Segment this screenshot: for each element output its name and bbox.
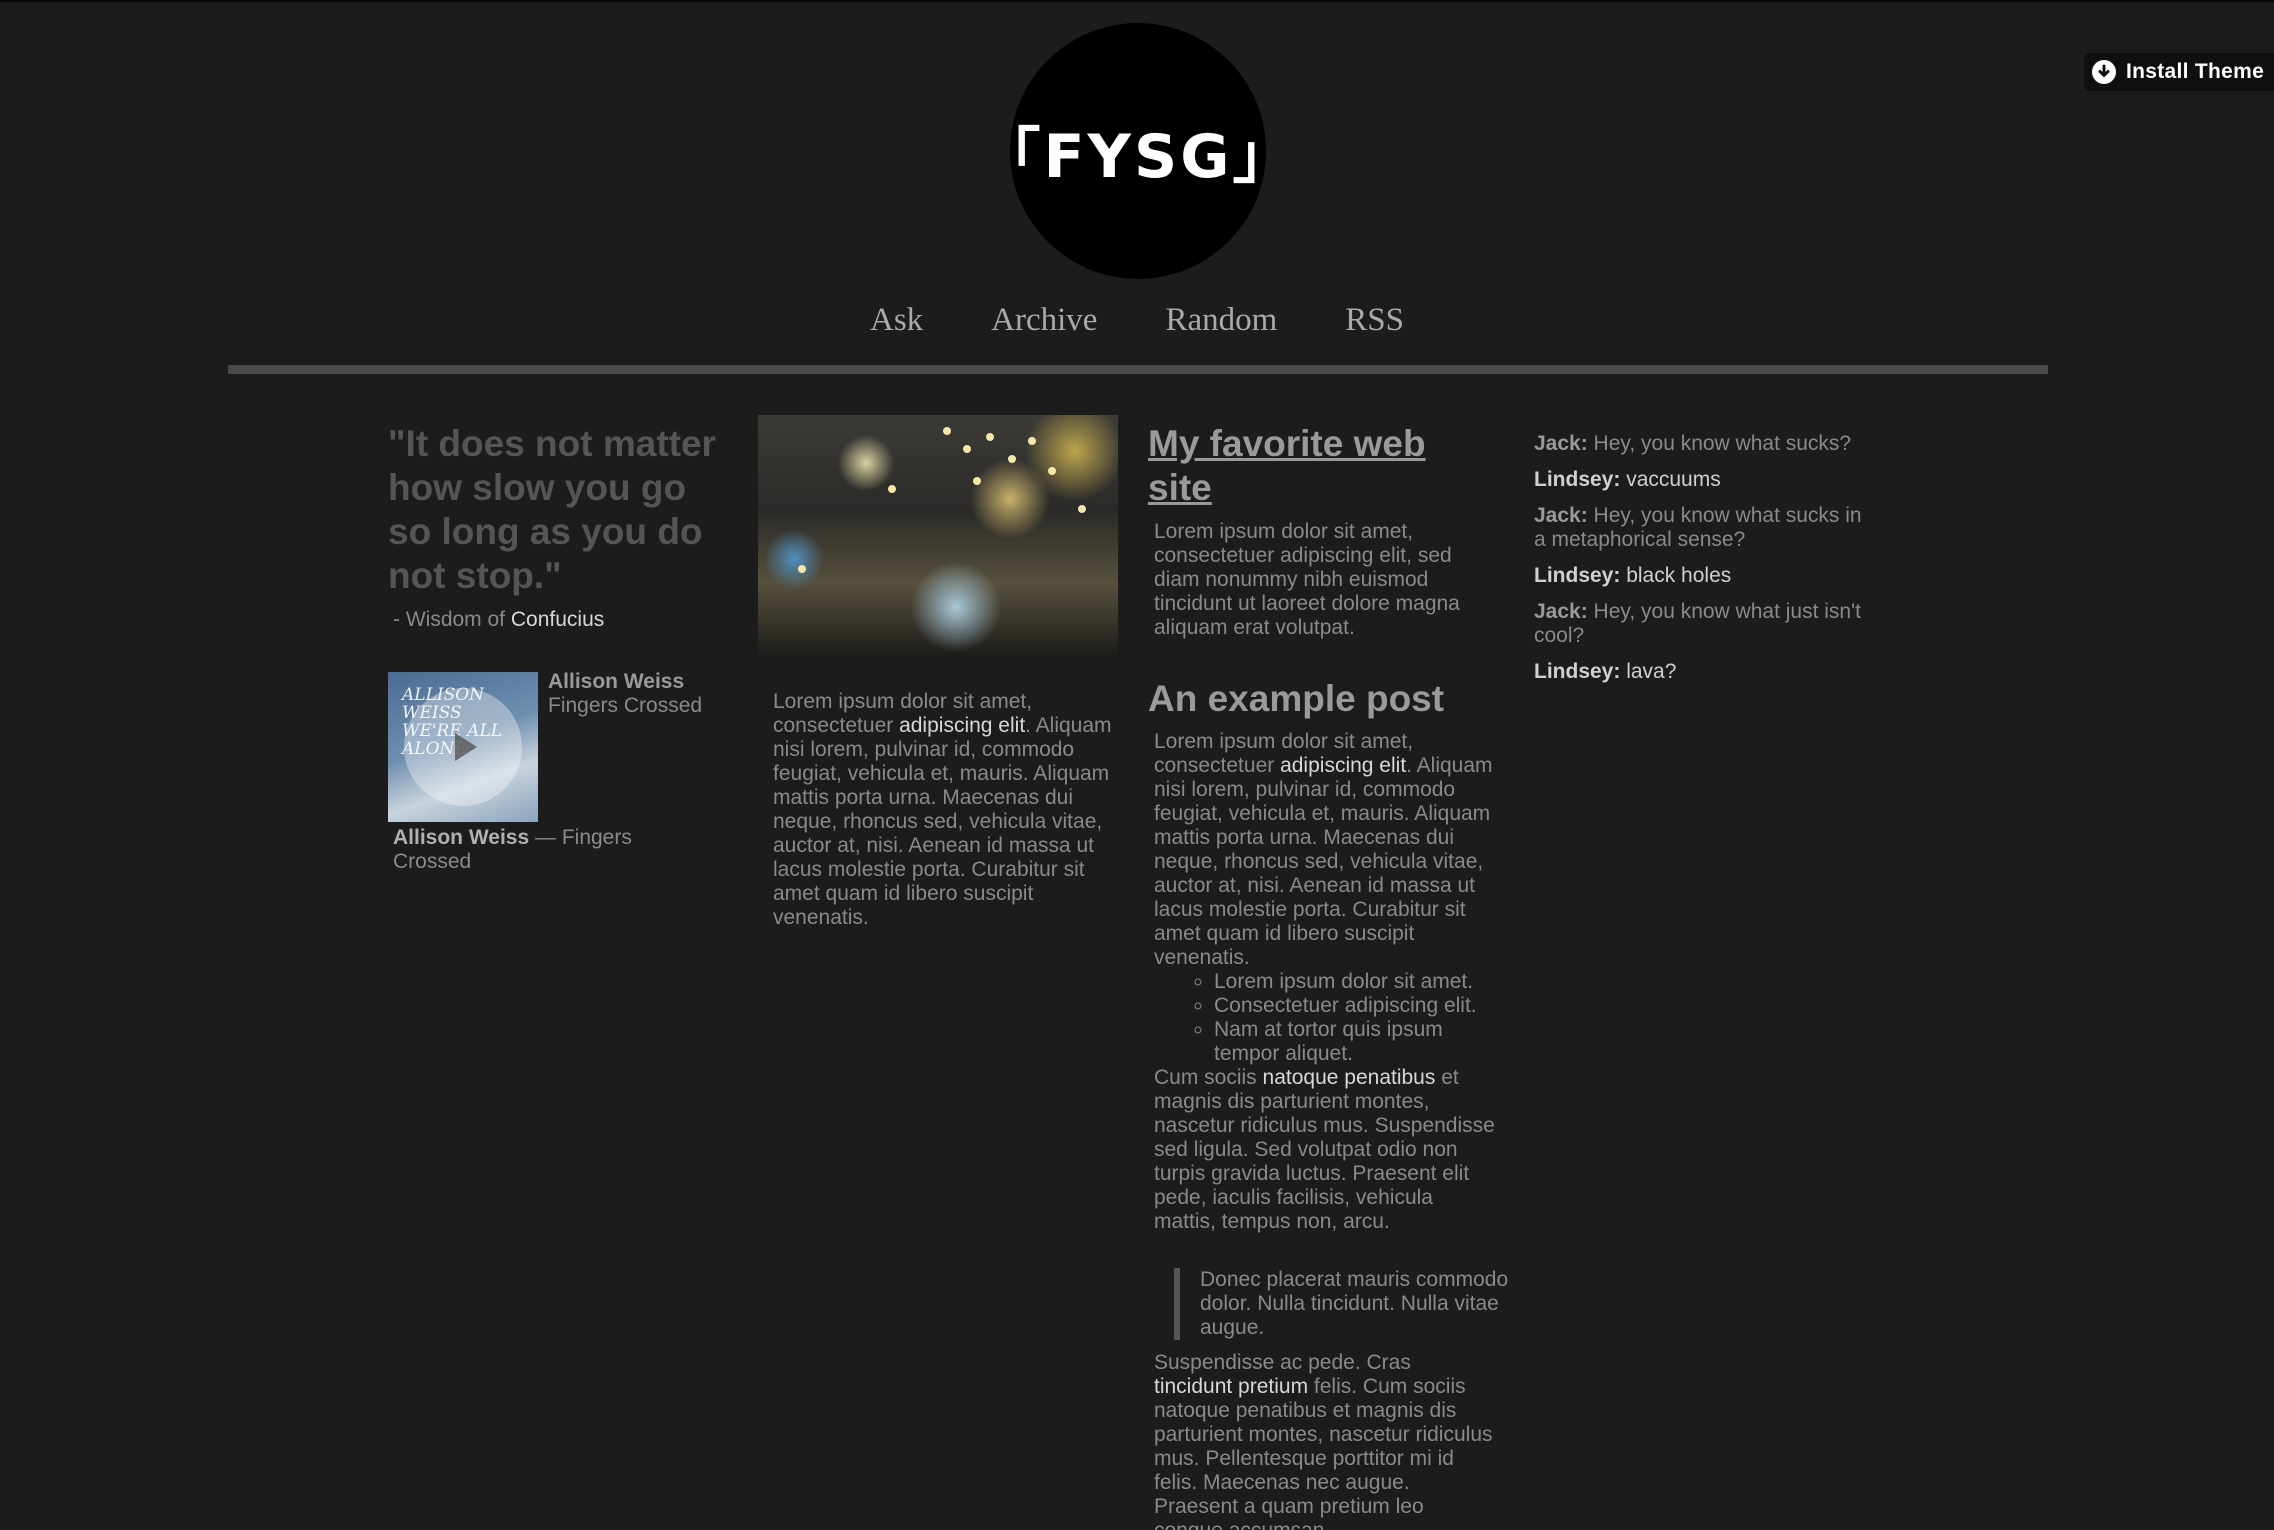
photo-post-image[interactable] — [758, 415, 1118, 655]
audio-caption-artist: Allison Weiss — [393, 826, 530, 849]
bokeh-light — [986, 433, 994, 441]
quote-text: "It does not matter how slow you go so l… — [388, 423, 716, 596]
text-part: Cum sociis — [1154, 1066, 1263, 1089]
list-item: Lorem ipsum dolor sit amet. — [1214, 970, 1500, 994]
nav-random[interactable]: Random — [1165, 302, 1277, 339]
photo-caption: Lorem ipsum dolor sit amet, consectetuer… — [773, 690, 1113, 930]
text-part: . Aliquam nisi lorem, pulvinar id, commo… — [1154, 754, 1493, 969]
audio-caption: Allison Weiss — Fingers Crossed — [393, 826, 693, 874]
logo-text: 「FYSG」 — [980, 121, 1296, 192]
bokeh-light — [973, 477, 981, 485]
text-post-list: Lorem ipsum dolor sit amet. Consectetuer… — [1154, 970, 1500, 1066]
photo-caption-part: . Aliquam nisi lorem, pulvinar id, commo… — [773, 714, 1112, 929]
text-post-paragraph: Suspendisse ac pede. Cras tincidunt pret… — [1154, 1351, 1494, 1530]
chat-message: lava? — [1620, 660, 1677, 683]
install-theme-label: Install Theme — [2126, 60, 2265, 83]
text-post-title: An example post — [1148, 678, 1445, 719]
bokeh-light — [1008, 455, 1016, 463]
album-art: ALLISON WEISS WE'RE ALL ALONE — [388, 672, 538, 822]
quote-source: - Wisdom of Confucius — [393, 608, 604, 632]
blog-page: Install Theme 「FYSG」 Ask Archive Random … — [0, 0, 2274, 1530]
audio-meta: Allison Weiss Fingers Crossed — [548, 670, 702, 718]
audio-artist: Allison Weiss — [548, 670, 685, 693]
play-icon — [455, 733, 477, 761]
chat-line: Lindsey: vaccuums — [1534, 468, 1874, 492]
bokeh-light — [888, 485, 896, 493]
download-circle-icon — [2092, 60, 2116, 84]
text-link[interactable]: adipiscing elit — [1280, 754, 1406, 777]
text-part: felis. Cum sociis natoque penatibus et m… — [1154, 1375, 1493, 1530]
nav-archive[interactable]: Archive — [991, 302, 1097, 339]
bokeh-light — [798, 565, 806, 573]
bokeh-light — [963, 445, 971, 453]
nav-ask[interactable]: Ask — [870, 302, 923, 339]
bokeh-light — [1078, 505, 1086, 513]
text-link[interactable]: natoque penatibus — [1263, 1066, 1436, 1089]
link-post-title[interactable]: My favorite web site — [1148, 422, 1468, 510]
install-theme-button[interactable]: Install Theme — [2084, 53, 2274, 91]
chat-speaker: Jack: — [1534, 504, 1588, 527]
text-post-paragraph: Lorem ipsum dolor sit amet, consectetuer… — [1154, 730, 1500, 970]
play-button[interactable] — [404, 688, 522, 806]
audio-track: Fingers Crossed — [548, 694, 703, 717]
chat-speaker: Jack: — [1534, 432, 1588, 455]
chat-line: Jack: Hey, you know what sucks? — [1534, 432, 1874, 456]
chat-speaker: Jack: — [1534, 600, 1588, 623]
header-divider — [228, 365, 2048, 374]
text-part: et magnis dis parturient montes, nascetu… — [1154, 1066, 1495, 1233]
nav-rss[interactable]: RSS — [1345, 302, 1404, 339]
chat-line: Lindsey: lava? — [1534, 660, 1874, 684]
chat-post: Jack: Hey, you know what sucks? Lindsey:… — [1534, 432, 1874, 696]
chat-line: Jack: Hey, you know what sucks in a meta… — [1534, 504, 1874, 552]
bokeh-light — [1028, 437, 1036, 445]
text-post-body: Lorem ipsum dolor sit amet, consectetuer… — [1154, 730, 1500, 1234]
blog-logo[interactable]: 「FYSG」 — [981, 23, 1292, 279]
link-post-body: Lorem ipsum dolor sit amet, consectetuer… — [1154, 520, 1460, 639]
chat-speaker: Lindsey: — [1534, 468, 1621, 491]
chat-message: Hey, you know what sucks? — [1587, 432, 1852, 455]
chat-message: black holes — [1620, 564, 1732, 587]
chat-message: vaccuums — [1620, 468, 1721, 491]
text-post-blockquote: Donec placerat mauris commodo dolor. Nul… — [1174, 1268, 1520, 1340]
quote-source-link[interactable]: Confucius — [511, 608, 604, 631]
main-nav: Ask Archive Random RSS — [0, 302, 2274, 339]
chat-speaker: Lindsey: — [1534, 564, 1621, 587]
text-part: Suspendisse ac pede. Cras — [1154, 1351, 1411, 1374]
text-link[interactable]: tincidunt pretium — [1154, 1375, 1308, 1398]
bokeh-light — [1048, 467, 1056, 475]
chat-line: Lindsey: black holes — [1534, 564, 1874, 588]
photo-caption-link[interactable]: adipiscing elit — [899, 714, 1025, 737]
list-item: Consectetuer adipiscing elit. — [1214, 994, 1500, 1018]
text-post-paragraph: Cum sociis natoque penatibus et magnis d… — [1154, 1066, 1500, 1234]
chat-line: Jack: Hey, you know what just isn't cool… — [1534, 600, 1874, 648]
quote-source-prefix: - Wisdom of — [393, 608, 511, 631]
bokeh-light — [943, 427, 951, 435]
list-item: Nam at tortor quis ipsum tempor aliquet. — [1214, 1018, 1500, 1066]
chat-speaker: Lindsey: — [1534, 660, 1621, 683]
